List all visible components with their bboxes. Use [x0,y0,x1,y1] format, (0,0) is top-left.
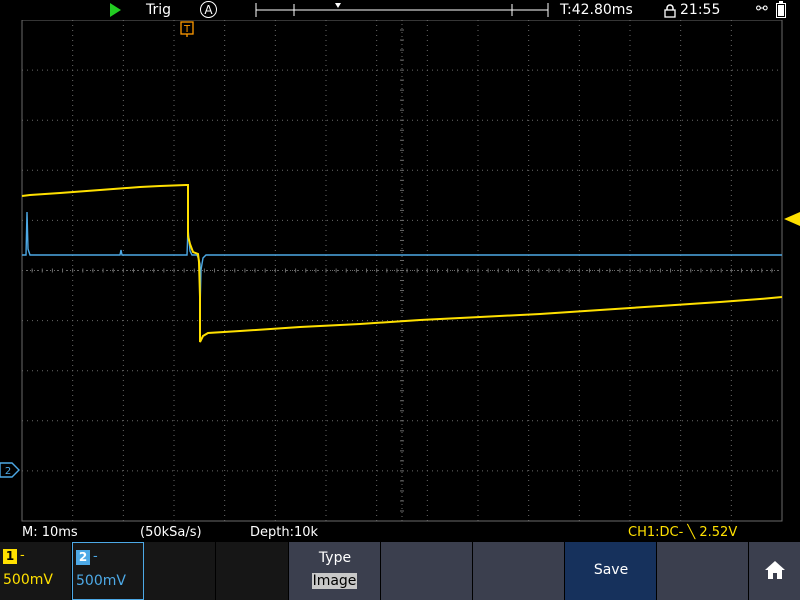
trigger-position-marker[interactable]: T [180,21,194,37]
menu-slot-3[interactable] [381,542,473,600]
ch2-coupling-indicator: - [93,549,98,564]
memory-depth: Depth:10k [250,525,319,540]
trigger-status-label: Trig [146,2,172,18]
trigger-info: CH1:DC- ╲ 2.52V [628,525,738,540]
menu-slot-empty-2 [216,542,289,600]
trigger-level-marker[interactable] [784,212,800,226]
timebase-position-bar[interactable] [254,1,550,19]
menu-slot-empty-1 [144,542,216,600]
menu-slot-4[interactable] [473,542,565,600]
acquisition-info-bar: M: 10ms (50kSa/s) Depth:10k CH1:DC- ╲ 2.… [0,524,800,542]
home-icon [765,561,785,579]
soft-key-menu: 1 - 500mV 2 - 500mV Type Image Save [0,542,800,600]
waveform-display[interactable]: T 2 [0,20,800,523]
ch1-menu-key[interactable]: 1 - 500mV [0,542,72,600]
type-title: Type [318,550,352,566]
save-button[interactable]: Save [565,542,657,600]
trigger-position-marker-label: T [183,24,191,35]
status-bar: Trig A T:42.80ms 21:55 ⚯ [0,0,800,20]
graticule-grid [21,20,783,522]
ch2-ground-marker[interactable]: 2 [0,462,20,478]
save-label: Save [593,562,629,578]
ch2-volts-per-div: 500mV [76,573,126,589]
timebase-window-marker [335,3,341,8]
clock: 21:55 [680,2,721,18]
ch2-ground-marker-label: 2 [5,466,11,477]
type-menu-key[interactable]: Type Image [289,542,381,600]
ch2-number-badge: 2 [76,550,90,565]
type-value: Image [312,573,357,589]
trigger-time-offset: T:42.80ms [560,2,633,18]
home-button[interactable] [749,542,800,600]
ch1-volts-per-div: 500mV [3,572,53,588]
usb-icon: ⚯ [756,1,768,17]
ch1-coupling-indicator: - [20,548,25,563]
horizontal-scale: M: 10ms [22,525,78,540]
run-state-icon[interactable] [110,3,121,17]
battery-icon [776,1,786,18]
ch2-menu-key[interactable]: 2 - 500mV [72,542,144,600]
ch1-number-badge: 1 [3,549,17,564]
sample-rate: (50kSa/s) [140,525,202,540]
lock-icon [664,4,676,18]
trigger-mode-icon[interactable]: A [200,1,217,18]
menu-slot-5[interactable] [657,542,749,600]
